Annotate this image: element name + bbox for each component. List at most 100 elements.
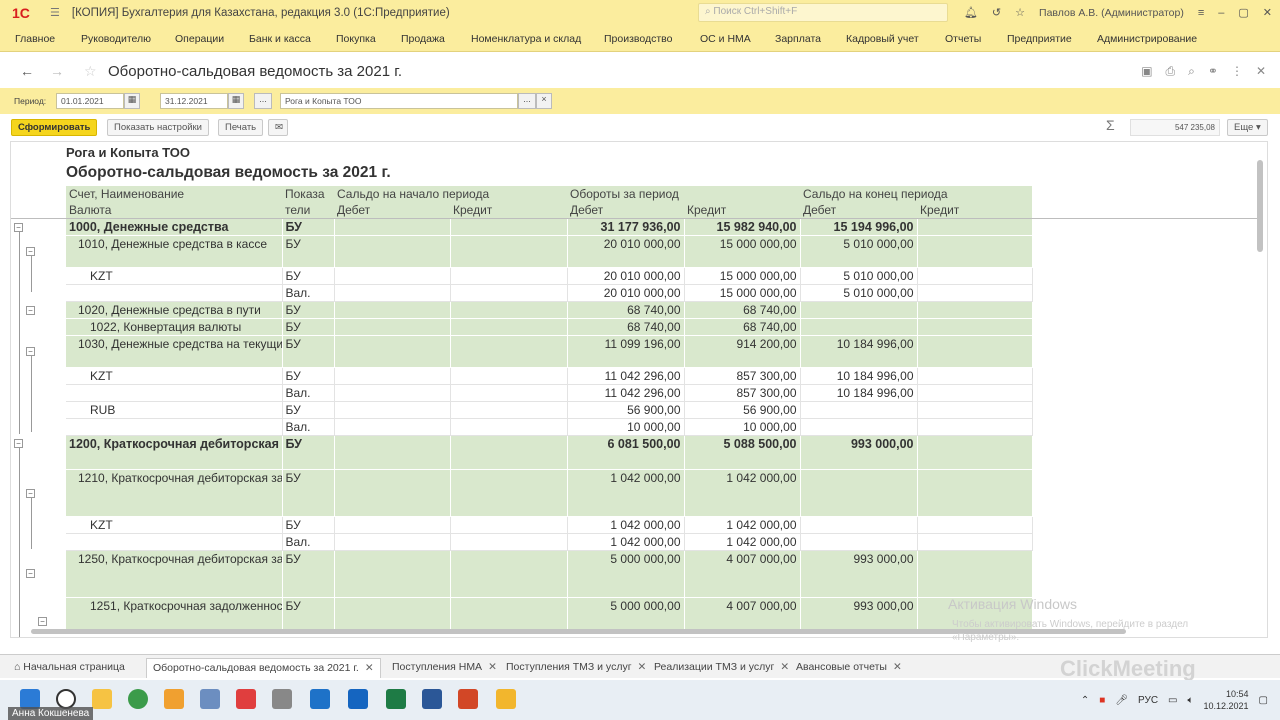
app-icon[interactable] bbox=[236, 689, 256, 709]
outlook-icon[interactable] bbox=[348, 689, 368, 709]
tray-chevron-icon[interactable]: ⌃ bbox=[1081, 695, 1089, 706]
tab-intangible-receipts[interactable]: Поступления НМА ✕ bbox=[386, 658, 503, 678]
period-select-button[interactable]: ... bbox=[254, 93, 272, 109]
close-tab-icon[interactable]: ✕ bbox=[780, 661, 789, 673]
show-settings-button[interactable]: Показать настройки bbox=[107, 119, 209, 136]
close-document-icon[interactable]: ✕ bbox=[1256, 64, 1266, 79]
print-icon[interactable]: ⎙ bbox=[1166, 64, 1176, 79]
tray-app-icon[interactable]: ■ bbox=[1099, 695, 1105, 706]
close-icon[interactable]: ✕ bbox=[1263, 6, 1272, 19]
table-row[interactable]: KZT БУ 11 042 296,00 857 300,00 10 184 996,… bbox=[66, 367, 1033, 385]
language-indicator[interactable]: РУС bbox=[1138, 695, 1158, 706]
1c-icon[interactable] bbox=[496, 689, 516, 709]
menu-administration[interactable]: Администрирование bbox=[1097, 33, 1197, 45]
notifications-icon[interactable]: ▢ bbox=[1259, 695, 1268, 706]
table-row[interactable]: 1022, Конвертация валюты БУ 68 740,00 68 7… bbox=[66, 318, 1033, 336]
tab-expense-reports[interactable]: Авансовые отчеты ✕ bbox=[790, 658, 908, 678]
tab-home[interactable]: ⌂ Начальная страница bbox=[8, 658, 131, 678]
close-tab-icon[interactable]: ✕ bbox=[488, 661, 497, 673]
chrome-icon[interactable] bbox=[128, 689, 148, 709]
menu-purchase[interactable]: Покупка bbox=[336, 33, 376, 45]
app-icon[interactable] bbox=[164, 689, 184, 709]
app-icon[interactable] bbox=[200, 689, 220, 709]
more-vertical-icon[interactable]: ⋮ bbox=[1231, 64, 1243, 79]
close-tab-icon[interactable]: ✕ bbox=[638, 661, 647, 673]
calendar-to-icon[interactable]: ▦ bbox=[228, 93, 244, 109]
table-row[interactable]: 1030, Денежные средства на текущих банко… bbox=[66, 335, 1033, 368]
table-row[interactable]: 1200, Краткосрочная дебиторская задолжен… bbox=[66, 435, 1033, 470]
preview-icon[interactable]: ⌕ bbox=[1188, 64, 1195, 79]
maximize-icon[interactable]: ▢ bbox=[1238, 6, 1248, 19]
more-button[interactable]: Еще ▾ bbox=[1227, 119, 1268, 136]
save-icon[interactable]: ▣ bbox=[1141, 64, 1152, 79]
collapse-icon[interactable]: − bbox=[26, 489, 35, 498]
tab-goods-sales[interactable]: Реализации ТМЗ и услуг ✕ bbox=[648, 658, 795, 678]
close-tab-icon[interactable]: ✕ bbox=[365, 662, 374, 674]
sum-icon[interactable]: Σ bbox=[1106, 117, 1115, 133]
table-row[interactable]: 1010, Денежные средства в кассе БУ 20 010… bbox=[66, 235, 1033, 268]
table-row[interactable]: Вал. 1 042 000,00 1 042 000,00 bbox=[66, 533, 1033, 551]
search-input[interactable]: ⌕ Поиск Ctrl+Shift+F bbox=[698, 3, 948, 22]
table-row[interactable]: RUB БУ 56 900,00 56 900,00 bbox=[66, 401, 1033, 419]
menu-enterprise[interactable]: Предприятие bbox=[1007, 33, 1072, 45]
collapse-icon[interactable]: − bbox=[26, 569, 35, 578]
history-icon[interactable]: ↺ bbox=[992, 6, 1001, 19]
tab-goods-receipts[interactable]: Поступления ТМЗ и услуг ✕ bbox=[500, 658, 652, 678]
star-icon[interactable]: ☆ bbox=[1015, 6, 1025, 19]
table-row[interactable]: 1250, Краткосрочная дебиторская задолжен… bbox=[66, 550, 1033, 598]
menu-reports[interactable]: Отчеты bbox=[945, 33, 981, 45]
bell-icon[interactable]: 🔔︎ bbox=[964, 6, 978, 19]
menu-production[interactable]: Производство bbox=[604, 33, 672, 45]
menu-hr[interactable]: Кадровый учет bbox=[846, 33, 919, 45]
generate-button[interactable]: Сформировать bbox=[11, 119, 98, 136]
collapse-icon[interactable]: − bbox=[38, 617, 47, 626]
forward-arrow-icon[interactable]: → bbox=[50, 63, 64, 79]
table-row[interactable]: Вал. 20 010 000,00 15 000 000,00 5 010 000… bbox=[66, 284, 1033, 302]
menu-main[interactable]: Главное bbox=[15, 33, 55, 45]
table-row[interactable]: Вал. 11 042 296,00 857 300,00 10 184 996,0… bbox=[66, 384, 1033, 402]
menu-icon[interactable]: ☰ bbox=[50, 6, 60, 19]
collapse-icon[interactable]: − bbox=[26, 306, 35, 315]
file-explorer-icon[interactable] bbox=[92, 689, 112, 709]
collapse-icon[interactable]: − bbox=[14, 439, 23, 448]
report-spreadsheet[interactable]: Рога и Копыта ТОО Оборотно-сальдовая вед… bbox=[10, 141, 1268, 638]
table-row[interactable]: 1000, Денежные средства БУ 31 177 936,00 1… bbox=[66, 219, 1033, 236]
search-icon[interactable] bbox=[56, 689, 76, 709]
word-icon[interactable] bbox=[422, 689, 442, 709]
windows-start-icon[interactable] bbox=[20, 689, 40, 709]
link-icon[interactable]: ⚭ bbox=[1208, 64, 1218, 79]
print-button[interactable]: Печать bbox=[218, 119, 264, 136]
calculator-icon[interactable] bbox=[272, 689, 292, 709]
favorite-star-icon[interactable]: ☆ bbox=[84, 63, 97, 80]
volume-icon[interactable]: 🔈︎ bbox=[1188, 695, 1194, 706]
date-to-field[interactable]: 31.12.2021 bbox=[160, 93, 228, 109]
menu-management[interactable]: Руководителю bbox=[81, 33, 151, 45]
clock[interactable]: 10:54 10.12.2021 bbox=[1204, 688, 1249, 712]
excel-icon[interactable] bbox=[386, 689, 406, 709]
table-row[interactable]: 1210, Краткосрочная дебиторская задолжен… bbox=[66, 469, 1033, 517]
collapse-icon[interactable]: − bbox=[14, 223, 23, 232]
organization-clear-button[interactable]: × bbox=[536, 93, 552, 109]
user-name[interactable]: Павлов А.В. (Администратор) bbox=[1039, 7, 1184, 19]
calendar-from-icon[interactable]: ▦ bbox=[124, 93, 140, 109]
powerpoint-icon[interactable] bbox=[458, 689, 478, 709]
collapse-icon[interactable]: − bbox=[26, 347, 35, 356]
tab-trial-balance[interactable]: Оборотно-сальдовая ведомость за 2021 г. ✕ bbox=[146, 658, 381, 678]
table-row[interactable]: 1251, Краткосрочная задолженность подотч… bbox=[66, 597, 1033, 630]
table-row[interactable]: Вал. 10 000,00 10 000,00 bbox=[66, 418, 1033, 436]
menu-fixed-assets[interactable]: ОС и НМА bbox=[700, 33, 751, 45]
email-icon[interactable]: ✉ bbox=[268, 119, 288, 136]
organization-field[interactable]: Рога и Копыта ТОО bbox=[280, 93, 518, 109]
organization-select-button[interactable]: ... bbox=[518, 93, 536, 109]
back-arrow-icon[interactable]: ← bbox=[20, 63, 34, 79]
microphone-icon[interactable]: 🎤︎ bbox=[1115, 695, 1128, 706]
display-icon[interactable]: ▭ bbox=[1168, 695, 1177, 706]
table-row[interactable]: 1020, Денежные средства в пути БУ 68 740,… bbox=[66, 301, 1033, 319]
table-row[interactable]: KZT БУ 20 010 000,00 15 000 000,00 5 010 00… bbox=[66, 267, 1033, 285]
menu-bank[interactable]: Банк и касса bbox=[249, 33, 311, 45]
menu-sales[interactable]: Продажа bbox=[401, 33, 445, 45]
vertical-scrollbar[interactable] bbox=[1257, 160, 1263, 252]
teamviewer-icon[interactable] bbox=[310, 689, 330, 709]
menu-salary[interactable]: Зарплата bbox=[775, 33, 821, 45]
minimize-icon[interactable]: – bbox=[1218, 7, 1224, 19]
